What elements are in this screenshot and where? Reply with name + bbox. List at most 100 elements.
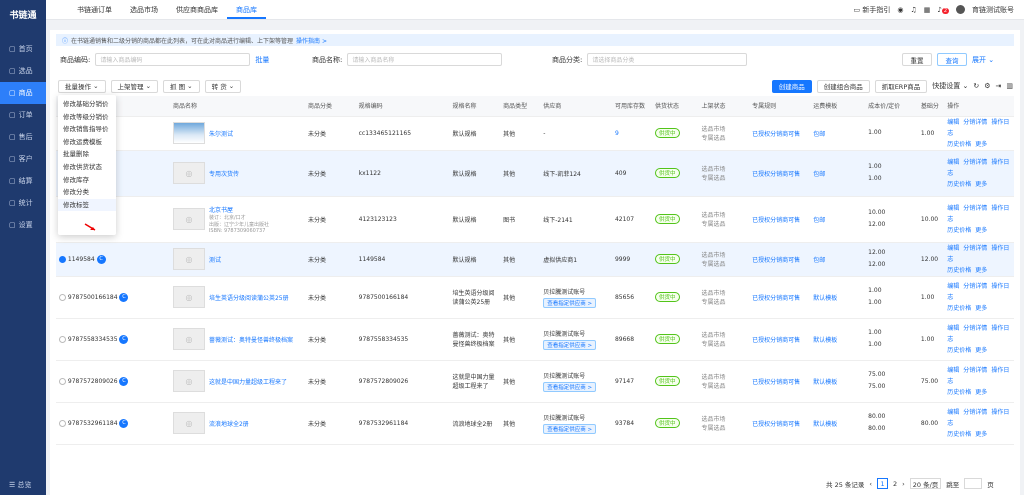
expand-link[interactable]: 展开 ⌄ [972,55,994,65]
op-link-4[interactable]: 更多 [975,431,987,438]
view-supplier-button[interactable]: 查看指定供应商 > [543,339,597,350]
table-row[interactable]: C◎北京书屋装订：北京/口才出版：辽宁少年儿童出版社ISBN: 97873090… [56,196,1014,243]
transfer-button[interactable]: 转 货 ⌄ [204,79,242,93]
product-thumbnail[interactable]: ◎ [172,412,205,434]
row-checkbox[interactable] [59,255,66,263]
code-input[interactable]: 请输入商品编码 [95,53,251,66]
sidebar-item-6[interactable]: ▢ 结算 [0,170,46,192]
menu-item-8[interactable]: 修改标签 [58,198,116,212]
sidebar-item-7[interactable]: ▢ 统计 [0,192,46,214]
op-link-0[interactable]: 编辑 [947,283,959,290]
op-link-0[interactable]: 编辑 [947,325,959,332]
shipping-template-link[interactable]: 包邮 [813,131,825,138]
op-link-1[interactable]: 分销详情 [963,325,987,332]
op-link-4[interactable]: 更多 [975,389,987,396]
product-thumbnail[interactable]: ◎ [172,286,205,308]
page-1[interactable]: 1 [877,478,889,489]
guide-link[interactable]: ▭ 新手指引 [853,5,890,15]
sidebar-footer[interactable]: ☰ 总览 [0,475,46,495]
menu-item-6[interactable]: 修改库存 [58,174,116,187]
op-link-0[interactable]: 编辑 [947,367,959,374]
batch-op-button[interactable]: 批量操作 ⌄ [58,79,106,93]
op-link-3[interactable]: 历史价格 [947,141,971,148]
op-link-4[interactable]: 更多 [975,181,987,188]
product-name[interactable]: 测试 [209,255,221,264]
table-row[interactable]: 9787572809026 C ◎ 这就是中国力量超级工程来了 未分类 97875728… [56,360,1014,403]
product-name[interactable]: 这就是中国力量超级工程来了 [209,377,287,386]
prev-page[interactable]: ‹ [869,480,872,488]
product-name[interactable]: 朱尔测试 [209,129,233,138]
bell-icon[interactable]: ♪ 2 [937,6,949,14]
menu-item-3[interactable]: 修改运费模板 [58,136,116,149]
query-button[interactable]: 查询 [937,53,967,66]
product-name[interactable]: 北京书屋 [209,205,269,214]
op-link-0[interactable]: 编辑 [947,205,959,212]
op-link-1[interactable]: 分销详情 [963,159,987,166]
row-checkbox[interactable] [59,377,66,385]
create-product-button[interactable]: 创建商品 [771,79,812,93]
sidebar-item-3[interactable]: ▢ 订单 [0,104,46,126]
create-combo-button[interactable]: 创建组合商品 [816,79,870,93]
menu-item-5[interactable]: 修改供货状态 [58,161,116,174]
onoff-button[interactable]: 上架管理 ⌄ [110,79,159,93]
sidebar-item-8[interactable]: ▢ 设置 [0,214,46,236]
guide-doc-link[interactable]: 操作指南 > [296,36,327,45]
op-link-3[interactable]: 历史价格 [947,431,971,438]
shipping-template-link[interactable]: 包邮 [813,257,825,264]
row-checkbox[interactable] [59,335,66,343]
product-name[interactable]: 专用次货传 [209,169,239,178]
page-2[interactable]: 2 [893,480,897,488]
shipping-template-link[interactable]: 包邮 [813,217,825,224]
tab-0[interactable]: 书链通订单 [68,0,121,19]
gear-icon[interactable]: ⚙ [984,82,990,90]
quick-settings[interactable]: 快捷设置 ⌄ [932,81,968,91]
op-link-1[interactable]: 分销详情 [963,119,987,126]
shipping-template-link[interactable]: 默认模板 [813,421,837,428]
op-link-3[interactable]: 历史价格 [947,227,971,234]
op-link-4[interactable]: 更多 [975,227,987,234]
sidebar-item-5[interactable]: ▢ 客户 [0,148,46,170]
page-size-select[interactable]: 20 条/页 [909,478,942,489]
view-supplier-button[interactable]: 查看指定供应商 > [543,381,597,392]
tab-3[interactable]: 商品库 [227,0,266,19]
op-link-1[interactable]: 分销详情 [963,367,987,374]
reset-button[interactable]: 重置 [902,53,932,66]
row-checkbox[interactable] [59,419,66,427]
grab-button[interactable]: 抓 图 ⌄ [163,79,200,93]
product-thumbnail[interactable]: ◎ [172,162,205,184]
menu-item-0[interactable]: 修改基础分销价 [58,98,116,111]
product-thumbnail[interactable]: ◎ [172,370,205,392]
sidebar-item-1[interactable]: ▢ 选品 [0,60,46,82]
shipping-template-link[interactable]: 包邮 [813,171,825,178]
op-link-0[interactable]: 编辑 [947,409,959,416]
product-name[interactable]: 流浪地球全2册 [209,419,249,428]
table-row[interactable]: 9787532961184 C ◎ 流浪地球全2册 未分类 9787532961184 流… [56,402,1014,445]
shipping-template-link[interactable]: 默认模板 [813,295,837,302]
product-thumbnail[interactable]: ◎ [172,328,205,350]
view-supplier-button[interactable]: 查看指定供应商 > [543,297,597,308]
next-page[interactable]: › [902,480,905,488]
op-link-3[interactable]: 历史价格 [947,267,971,274]
tab-2[interactable]: 供应商商品库 [167,0,227,19]
op-link-0[interactable]: 编辑 [947,119,959,126]
stock-cell[interactable]: 9 [615,130,619,137]
table-row[interactable]: 1149584 C ◎ 测试 未分类 1149584 默认规格 其他 虚拟供应商1 9999 供货… [56,242,1014,277]
op-link-1[interactable]: 分销详情 [963,205,987,212]
columns-icon[interactable]: ▥ [1006,82,1013,90]
rule-link[interactable]: 已授权分销商可售 [752,131,800,138]
refresh-icon[interactable]: ↻ [973,82,979,90]
op-link-3[interactable]: 历史价格 [947,305,971,312]
op-link-1[interactable]: 分销详情 [963,283,987,290]
category-select[interactable]: 请选择商品分类 [587,53,748,66]
menu-item-7[interactable]: 修改分类 [58,186,116,199]
rule-link[interactable]: 已授权分销商可售 [752,295,800,302]
op-link-3[interactable]: 历史价格 [947,389,971,396]
op-link-3[interactable]: 历史价格 [947,181,971,188]
op-link-4[interactable]: 更多 [975,347,987,354]
menu-item-2[interactable]: 修改销售指导价 [58,123,116,136]
op-link-4[interactable]: 更多 [975,305,987,312]
name-input[interactable]: 请输入商品名称 [347,53,503,66]
rule-link[interactable]: 已授权分销商可售 [752,421,800,428]
op-link-0[interactable]: 编辑 [947,159,959,166]
table-row[interactable]: C◎专用次货传未分类kx1122默认规格其他线下-凯菲124409供货中选品市场… [56,150,1014,197]
